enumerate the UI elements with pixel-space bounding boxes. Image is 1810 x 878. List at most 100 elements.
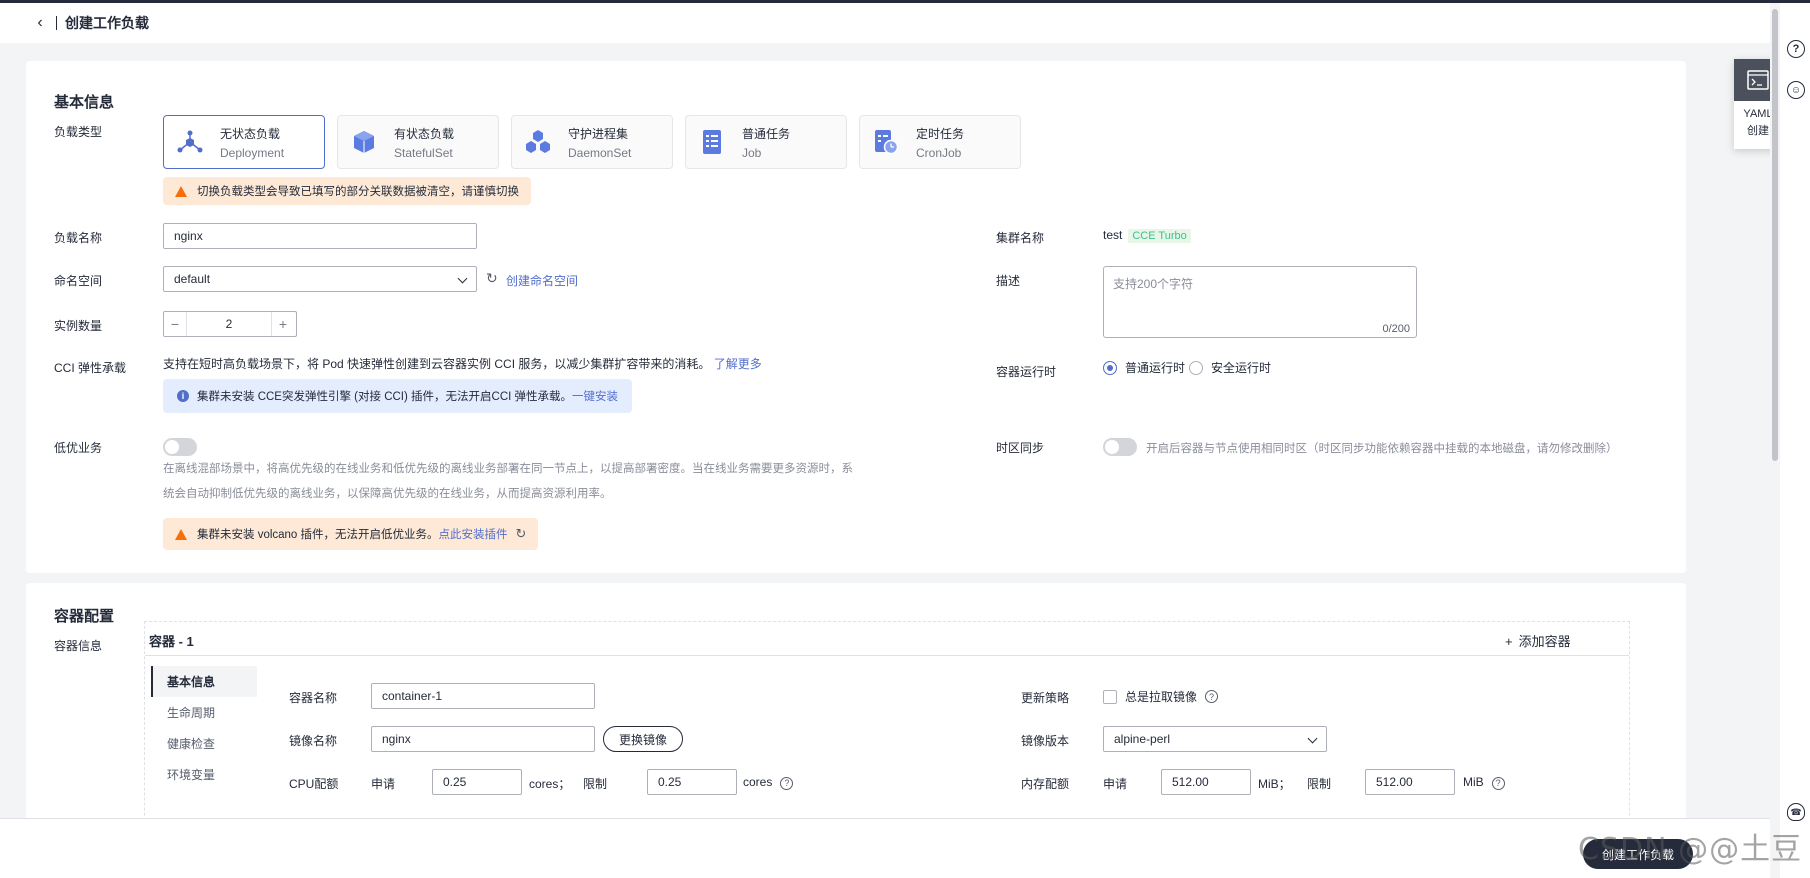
radio-label: 安全运行时 [1211,361,1272,375]
chevron-down-icon [1307,733,1318,744]
workload-name-input[interactable]: nginx [163,223,477,249]
image-version-value: alpine-perl [1114,732,1171,746]
help-icon[interactable]: ? [1491,776,1505,790]
description-placeholder: 支持200个字符 [1113,277,1194,291]
page-title: 创建工作负载 [65,15,149,31]
replicas-label: 实例数量 [54,319,103,333]
container-config-card: 容器配置 容器信息 容器 - 1 + 添加容器 基本信息 生命周期 健康检查 环境… [26,583,1686,818]
low-priority-label: 低优业务 [54,441,103,455]
memory-unit-text: MiB [1463,775,1484,789]
cci-description: 支持在短时高负载场景下，将 Pod 快速弹性创建到云容器实例 CCI 服务，以减… [163,355,762,372]
minus-icon[interactable]: − [164,312,186,336]
page-header: ‹ 创建工作负载 [0,3,1770,43]
nav-item-lifecycle[interactable]: 生命周期 [151,697,257,728]
volcano-install-link[interactable]: 点此安装插件 [439,526,508,542]
cluster-info: test CCE Turbo [1103,228,1191,243]
namespace-label: 命名空间 [54,274,103,288]
always-pull-checkbox[interactable]: 总是拉取镜像? [1103,688,1219,705]
nav-item-health[interactable]: 健康检查 [151,728,257,759]
radio-circle [1189,360,1203,375]
type-card-cronjob[interactable]: 定时任务 CronJob [859,115,1021,169]
container-name-input[interactable]: container-1 [371,683,595,709]
add-container-button[interactable]: + 添加容器 [1505,631,1571,650]
checkbox-box [1103,689,1117,704]
update-policy-label: 更新策略 [1021,691,1070,705]
low-priority-desc-line: 在离线混部场景中，将高优先级的在线业务和低优先级的离线业务部署在同一节点上，以提… [163,463,853,475]
nav-item-basic[interactable]: 基本信息 [151,666,257,697]
radio-circle [1103,360,1117,375]
description-textarea[interactable]: 支持200个字符 0/200 [1103,266,1417,338]
cci-info-text: 集群未安装 CCE突发弹性引擎 (对接 CCI) 插件，无法开启CCI 弹性承载… [197,391,573,403]
timezone-sync-label: 时区同步 [996,441,1045,455]
nav-item-env[interactable]: 环境变量 [151,759,257,790]
memory-limit-label: 限制 [1307,777,1332,791]
workload-name-value: nginx [174,229,203,243]
refresh-icon[interactable]: ↻ [516,526,527,542]
type-card-job[interactable]: 普通任务 Job [685,115,847,169]
cpu-limit-value: 0.25 [658,775,682,789]
help-icon[interactable]: ? [780,776,794,790]
type-name: 无状态负载 [220,126,281,141]
page-scrollbar[interactable] [1770,3,1780,818]
volcano-warning-text: 集群未安装 volcano 插件，无法开启低优业务。 [197,529,439,541]
scrollbar-thumb[interactable] [1772,9,1778,461]
replicas-stepper[interactable]: − 2 + [163,311,297,337]
help-icon[interactable]: ? [1787,40,1805,58]
image-name-input[interactable]: nginx [371,726,595,752]
type-card-deployment[interactable]: 无状态负载 Deployment [163,115,325,169]
cci-install-link[interactable]: 一键安装 [572,388,618,404]
type-sub: Deployment [220,145,285,160]
low-priority-description: 在离线混部场景中，将高优先级的在线业务和低优先级的离线业务部署在同一节点上，以提… [163,457,853,507]
image-name-value: nginx [382,732,411,746]
cpu-unit-text: cores [743,775,773,789]
type-sub: CronJob [916,145,962,160]
low-priority-desc-line: 统会自动抑制低优先级的离线业务，以保障高优先级的在线业务，从而提高资源利用率。 [163,488,612,500]
plus-icon[interactable]: + [272,312,294,336]
cpu-limit-input[interactable]: 0.25 [647,769,737,795]
cci-info-banner: i 集群未安装 CCE突发弹性引擎 (对接 CCI) 插件，无法开启CCI 弹性… [163,379,633,413]
section-title-basic: 基本信息 [54,94,115,111]
form-scroll-area[interactable]: 基本信息 负载类型 无状态负载 Deployment 有状态负载 Statefu… [0,43,1770,818]
type-card-statefulset[interactable]: 有状态负载 StatefulSet [337,115,499,169]
description-label: 描述 [996,274,1021,288]
memory-limit-input[interactable]: 512.00 [1365,769,1455,795]
timezone-sync-switch[interactable] [1103,438,1137,456]
runtime-radio-secure[interactable]: 安全运行时 [1189,359,1271,376]
cpu-request-label: 申请 [371,777,396,791]
cpu-request-value: 0.25 [443,775,467,789]
help-icon[interactable]: ? [1205,690,1219,703]
watermark: CSDN @@土豆 [1578,832,1803,867]
warning-icon [175,185,187,197]
description-counter: 0/200 [1382,323,1410,335]
feedback-smiley-icon[interactable]: ☺ [1787,81,1805,99]
low-priority-switch[interactable] [163,438,197,456]
runtime-radio-normal[interactable]: 普通运行时 [1103,359,1185,376]
create-namespace-link[interactable]: 创建命名空间 [506,272,578,289]
cpu-unit: cores； [529,777,571,791]
memory-unit: MiB； [1258,777,1291,791]
warning-text: 切换负载类型会导致已填写的部分关联数据被清空，请谨慎切换 [197,186,519,198]
type-name: 普通任务 [742,126,791,141]
back-icon[interactable]: ‹ [30,13,50,33]
image-version-label: 镜像版本 [1021,734,1070,748]
memory-request-input[interactable]: 512.00 [1161,769,1251,795]
cci-desc-text: 支持在短时高负载场景下，将 Pod 快速弹性创建到云容器实例 CCI 服务，以减… [163,357,711,371]
always-pull-label: 总是拉取镜像 [1125,690,1198,704]
container-panel: 容器 - 1 + 添加容器 基本信息 生命周期 健康检查 环境变量 容器名称 co… [144,621,1630,818]
learn-more-link[interactable]: 了解更多 [714,357,762,371]
image-version-select[interactable]: alpine-perl [1103,726,1327,752]
type-card-daemonset[interactable]: 守护进程集 DaemonSet [511,115,673,169]
customer-service-icon[interactable]: ☎ [1787,803,1805,821]
workload-name-label: 负载名称 [54,231,103,245]
change-image-button[interactable]: 更换镜像 [603,726,683,752]
cpu-limit-label: 限制 [583,777,608,791]
container-side-nav: 基本信息 生命周期 健康检查 环境变量 [151,666,257,790]
cpu-request-input[interactable]: 0.25 [432,769,522,795]
container-name-label: 容器名称 [289,691,338,705]
refresh-icon[interactable]: ↻ [486,270,498,287]
cluster-tag: CCE Turbo [1128,229,1191,243]
header-divider [56,16,57,30]
deployment-icon [174,126,206,158]
section-title-container: 容器配置 [54,608,115,625]
namespace-select[interactable]: default [163,266,477,292]
